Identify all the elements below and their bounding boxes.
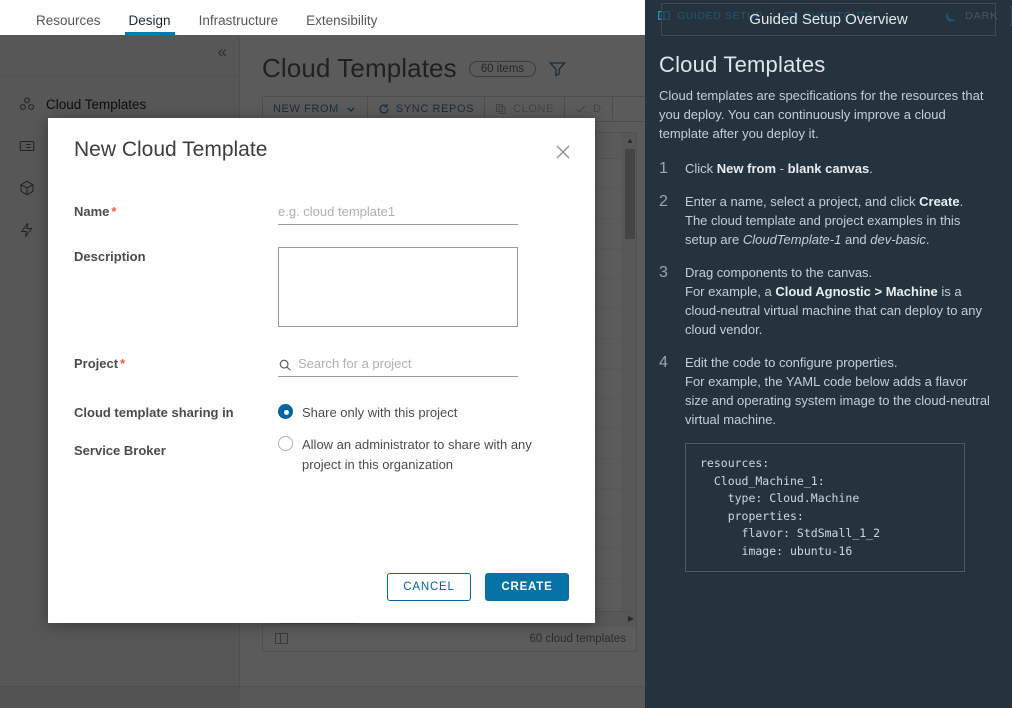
description-label-text: Description (74, 249, 146, 264)
guide-content: Cloud Templates Cloud templates are spec… (645, 52, 1012, 572)
step-number: 1 (659, 160, 668, 177)
required-indicator: * (111, 204, 117, 219)
radio-selected-icon[interactable] (278, 404, 293, 419)
close-icon[interactable] (553, 142, 573, 162)
required-indicator: * (120, 356, 126, 371)
nav-item-design[interactable]: Design (115, 13, 185, 36)
field-row-sharing: Cloud template sharing in Service Broker… (48, 403, 595, 487)
guide-step-1: 1 Click New from - blank canvas. (659, 159, 990, 178)
step-text: Enter a name, select a project, and clic… (685, 194, 964, 247)
name-input[interactable] (278, 202, 518, 225)
project-search-input[interactable] (298, 354, 518, 376)
guided-setup-panel: GUIDED SETUP SHORTCUTS (645, 0, 1012, 708)
sharing-label-line1: Cloud template sharing in (74, 405, 234, 420)
guide-heading: Cloud Templates (659, 52, 826, 77)
sharing-option-organization[interactable]: Allow an administrator to share with any… (278, 435, 569, 475)
project-label-text: Project (74, 356, 119, 371)
sharing-label-line2: Service Broker (74, 443, 166, 458)
step-text: Edit the code to configure properties. Fo… (685, 355, 990, 427)
guide-intro: Cloud templates are specifications for t… (659, 88, 984, 141)
name-label: Name * (48, 202, 278, 225)
step-text: Click New from - blank canvas. (685, 161, 873, 176)
yaml-code-block: resources: Cloud_Machine_1: type: Cloud.… (685, 443, 965, 572)
nav-item-extensibility[interactable]: Extensibility (292, 13, 391, 36)
step-number: 2 (659, 193, 668, 210)
search-icon (278, 358, 292, 372)
name-label-text: Name (74, 204, 110, 219)
description-label: Description (48, 247, 278, 332)
step-number: 3 (659, 264, 668, 281)
sharing-option-project-label: Share only with this project (302, 405, 458, 420)
guide-overlay-header: Guided Setup Overview (661, 3, 996, 36)
project-label: Project * (48, 354, 278, 377)
top-navigation: Resources Design Infrastructure Extensib… (0, 0, 645, 35)
field-row-project: Project * (48, 354, 595, 377)
dialog-title: New Cloud Template (74, 138, 268, 161)
description-textarea[interactable] (278, 247, 518, 327)
nav-item-infrastructure[interactable]: Infrastructure (185, 13, 293, 36)
sharing-option-organization-label: Allow an administrator to share with any… (302, 437, 532, 472)
dialog-footer: CANCEL CREATE (387, 573, 569, 601)
dialog-body: Name* Description Project* (48, 202, 595, 487)
step-number: 4 (659, 354, 668, 371)
project-search-wrapper (278, 354, 518, 377)
create-button[interactable]: CREATE (485, 573, 569, 601)
radio-unselected-icon[interactable] (278, 436, 293, 451)
screen: Resources Design Infrastructure Extensib… (0, 0, 1012, 708)
new-cloud-template-dialog: New Cloud Template Name* Description (48, 118, 595, 623)
cancel-button[interactable]: CANCEL (387, 573, 471, 601)
sharing-option-project[interactable]: Share only with this project (278, 403, 569, 423)
yaml-code-text: resources: Cloud_Machine_1: type: Cloud.… (700, 456, 881, 558)
guide-overlay-title: Guided Setup Overview (749, 11, 908, 28)
nav-item-resources[interactable]: Resources (22, 13, 115, 36)
guide-step-3: 3 Drag components to the canvas. For exam… (659, 263, 990, 339)
field-row-description: Description (48, 247, 595, 332)
guide-step-4: 4 Edit the code to configure properties.… (659, 353, 990, 429)
field-row-name: Name * (48, 202, 595, 225)
sharing-label: Cloud template sharing in Service Broker (48, 403, 278, 487)
guide-step-2: 2 Enter a name, select a project, and cl… (659, 192, 990, 249)
step-text: Drag components to the canvas. For exampl… (685, 265, 983, 337)
